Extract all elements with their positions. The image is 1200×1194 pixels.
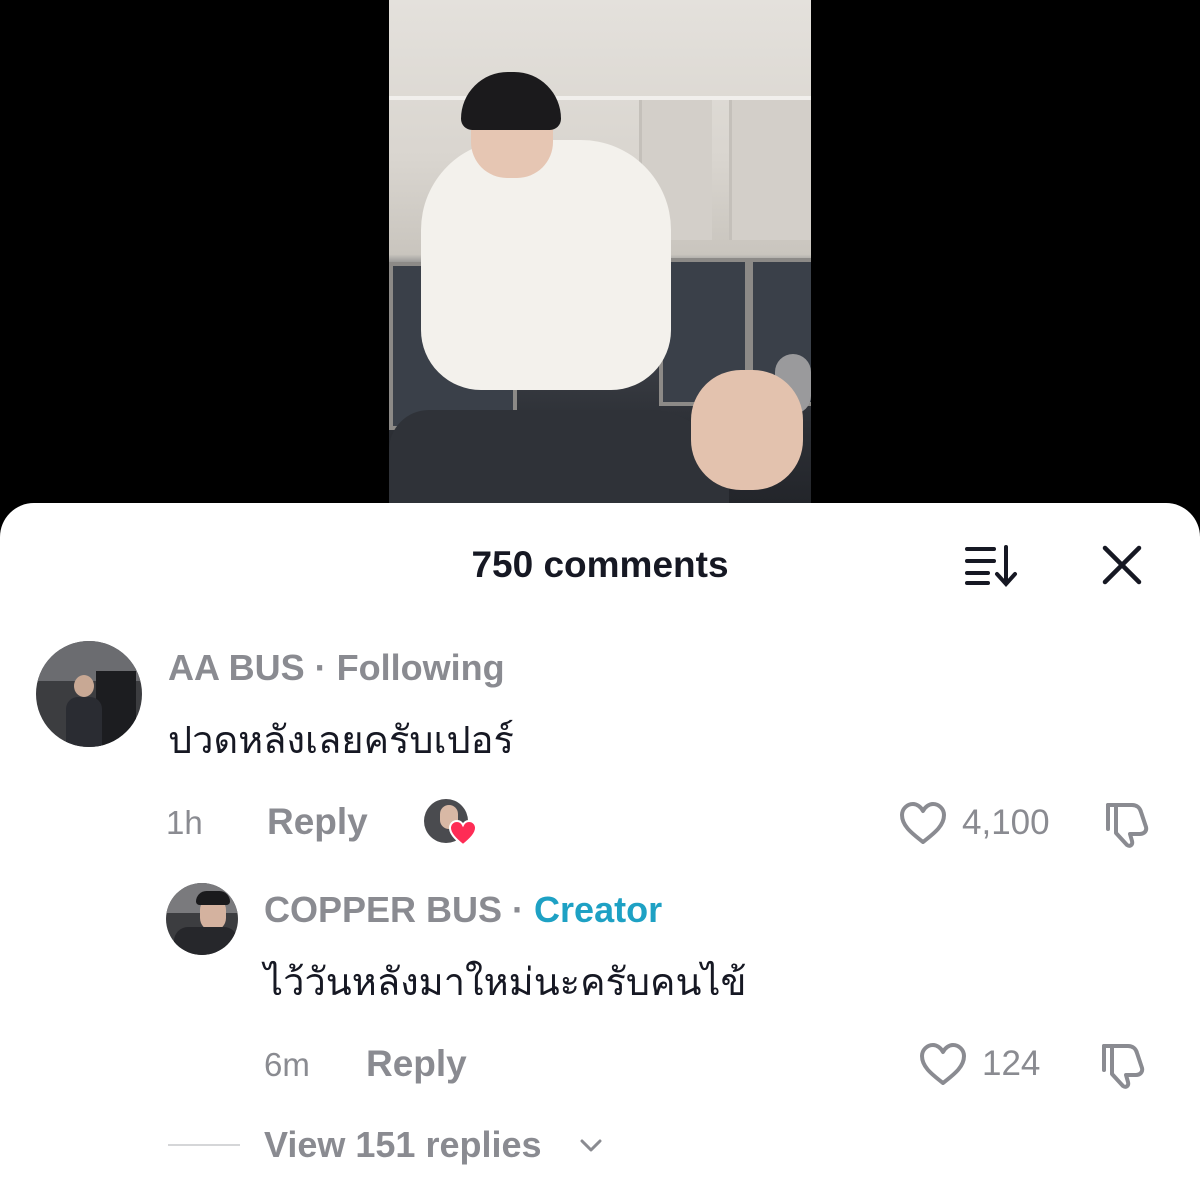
wall-panel [729,100,811,240]
avatar[interactable] [166,883,238,955]
comment-meta: COPPER BUS · Creator [264,888,662,932]
person-lying-head [691,370,803,490]
separator-dot: · [512,889,525,930]
view-replies-label[interactable]: View 151 replies [264,1123,542,1167]
creator-tag: Creator [534,889,663,930]
replies-divider-line [168,1144,240,1146]
person-standing [421,140,671,390]
person-standing-hair [461,72,561,130]
dislike-icon[interactable] [1098,1040,1148,1090]
reply-button[interactable]: Reply [366,1042,467,1086]
like-heart-icon[interactable] [918,1041,968,1087]
chevron-down-icon [580,1139,602,1152]
video-player[interactable] [0,0,1200,530]
video-frame[interactable] [389,0,811,530]
like-count: 124 [982,1044,1041,1083]
comments-sheet: 750 comments AA BUS · Following ปวดหลังเลย… [0,503,1200,1194]
comment-time: 6m [264,1046,310,1083]
comment-text: ไว้วันหลังมาใหม่นะครับคนไข้ [264,960,747,1004]
reply-comment-item: COPPER BUS · Creator ไว้วันหลังมาใหม่นะครั… [0,503,1200,1103]
username[interactable]: COPPER BUS [264,889,502,930]
